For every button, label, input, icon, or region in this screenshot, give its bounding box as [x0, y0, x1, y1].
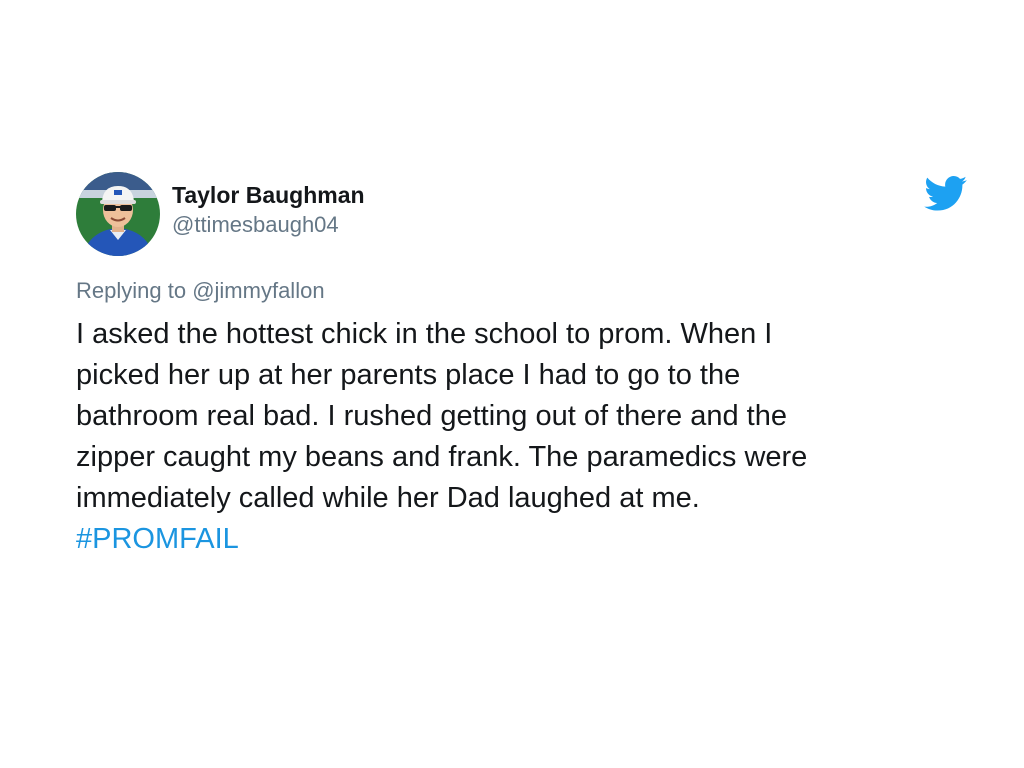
tweet-text-line: picked her up at her parents place I had… [76, 359, 741, 391]
author-handle[interactable]: @ttimesbaugh04 [172, 210, 365, 240]
replying-to-label: Replying to [76, 278, 187, 303]
author-block: Taylor Baughman @ttimesbaugh04 [172, 180, 365, 240]
tweet-text-line: immediately called while her Dad laughed… [76, 482, 700, 514]
tweet-body: I asked the hottest chick in the school … [76, 314, 966, 560]
hashtag-link[interactable]: #PROMFAIL [76, 519, 966, 560]
author-display-name[interactable]: Taylor Baughman [172, 180, 365, 210]
tweet-text-line: zipper caught my beans and frank. The pa… [76, 441, 808, 473]
tweet-text-line: bathroom real bad. I rushed getting out … [76, 400, 787, 432]
replying-to-handle-link[interactable]: @jimmyfallon [192, 278, 324, 303]
replying-to-line: Replying to @jimmyfallon [76, 276, 325, 306]
twitter-bird-icon[interactable] [924, 176, 968, 212]
user-avatar[interactable] [76, 172, 160, 256]
tweet-text-line: I asked the hottest chick in the school … [76, 318, 773, 350]
avatar-photo-icon [76, 172, 160, 256]
tweet-card: Taylor Baughman @ttimesbaugh04 Replying … [76, 168, 976, 568]
